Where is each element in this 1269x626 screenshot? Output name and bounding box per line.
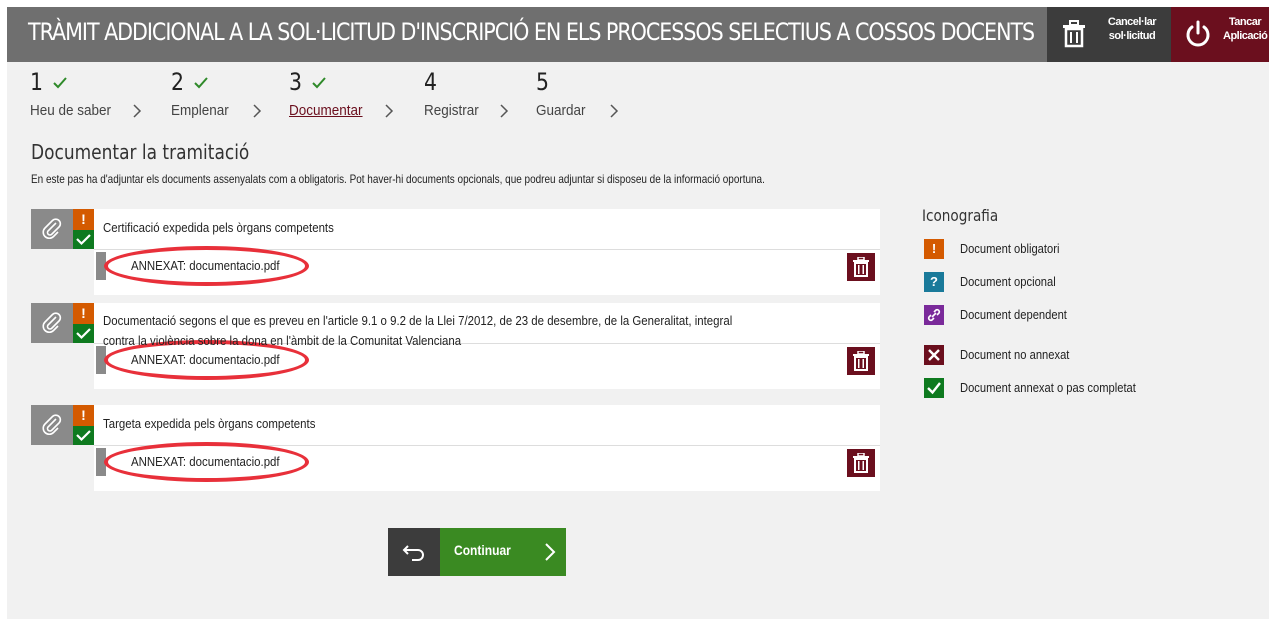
step-4[interactable]: 4 Registrar [424, 68, 509, 119]
continue-button[interactable]: Continuar [440, 528, 566, 576]
step-number: 2 [171, 68, 184, 96]
check-icon [76, 430, 91, 442]
obligatory-badge: ! [73, 303, 94, 324]
delete-attachment-button[interactable] [847, 253, 875, 281]
cross-icon [924, 345, 944, 365]
chevron-right-icon [385, 104, 394, 118]
attachment-row: ANNEXAT: documentacio.pdf [94, 246, 880, 295]
legend-title: Iconografia [922, 206, 999, 225]
exclamation-icon: ! [924, 239, 944, 259]
attach-button[interactable] [31, 209, 73, 249]
step-number: 5 [536, 68, 549, 96]
step-label: Heu de saber [30, 102, 112, 119]
chevron-right-icon [500, 104, 509, 118]
step-label: Guardar [536, 102, 586, 119]
completed-badge [73, 324, 94, 343]
back-button[interactable] [388, 528, 440, 576]
cancel-request-label: Cancel·lar sol·licitud [1107, 16, 1157, 42]
chevron-right-icon [545, 543, 556, 561]
step-label: Registrar [424, 102, 479, 119]
trash-icon [853, 351, 869, 371]
chevron-right-icon [610, 104, 619, 118]
paperclip-icon [42, 218, 62, 239]
document-title: Targeta expedida pels òrgans competents [103, 416, 316, 431]
chevron-right-icon [133, 104, 142, 118]
step-number: 4 [424, 68, 437, 96]
check-icon [924, 378, 944, 398]
app-header: TRÀMIT ADDICIONAL A LA SOL·LICITUD D'INS… [7, 7, 1269, 62]
check-icon [194, 77, 208, 89]
legend-label: Document annexat o pas completat [960, 380, 1136, 395]
check-icon [76, 234, 91, 246]
completed-badge [73, 230, 94, 249]
check-icon [312, 77, 326, 89]
check-icon [76, 328, 91, 340]
trash-icon [1063, 20, 1085, 48]
close-app-button[interactable]: Tancar Aplicació [1171, 7, 1269, 62]
trash-icon [853, 257, 869, 277]
attach-button[interactable] [31, 405, 73, 445]
step-1[interactable]: 1 Heu de saber [30, 68, 142, 119]
step-label: Emplenar [171, 102, 229, 119]
step-3[interactable]: 3 Documentar [289, 68, 394, 119]
cancel-request-button[interactable]: Cancel·lar sol·licitud [1047, 7, 1171, 62]
section-title: Documentar la tramitació [31, 140, 250, 164]
link-icon [924, 305, 944, 325]
delete-attachment-button[interactable] [847, 347, 875, 375]
completed-badge [73, 426, 94, 445]
legend-label: Document dependent [960, 307, 1067, 322]
return-arrow-icon [402, 545, 424, 561]
delete-attachment-button[interactable] [847, 449, 875, 477]
trash-icon [853, 453, 869, 473]
step-2[interactable]: 2 Emplenar [171, 68, 262, 119]
document-title: Certificació expedida pels òrgans compet… [103, 220, 334, 235]
continue-label: Continuar [454, 542, 511, 558]
step-label: Documentar [289, 102, 363, 119]
step-5[interactable]: 5 Guardar [536, 68, 619, 119]
paperclip-icon [42, 312, 62, 333]
close-app-label: Tancar Aplicació [1223, 16, 1268, 42]
paperclip-icon [42, 414, 62, 435]
highlight-oval [104, 442, 309, 482]
obligatory-badge: ! [73, 209, 94, 230]
attach-button[interactable] [31, 303, 73, 343]
section-description: En este pas ha d'adjuntar els documents … [31, 172, 765, 186]
document-title: Documentació segons el que es preveu en … [103, 313, 733, 348]
legend-label: Document opcional [960, 274, 1056, 289]
question-icon: ? [924, 272, 944, 292]
check-icon [53, 77, 67, 89]
chevron-right-icon [253, 104, 262, 118]
step-number: 3 [289, 68, 302, 96]
highlight-oval [104, 246, 309, 286]
step-number: 1 [30, 68, 43, 96]
legend-label: Document no annexat [960, 347, 1070, 362]
attachment-row: ANNEXAT: documentacio.pdf [94, 442, 880, 491]
obligatory-badge: ! [73, 405, 94, 426]
legend-label: Document obligatori [960, 241, 1060, 256]
page-title: TRÀMIT ADDICIONAL A LA SOL·LICITUD D'INS… [28, 18, 1035, 46]
power-icon [1186, 20, 1210, 47]
